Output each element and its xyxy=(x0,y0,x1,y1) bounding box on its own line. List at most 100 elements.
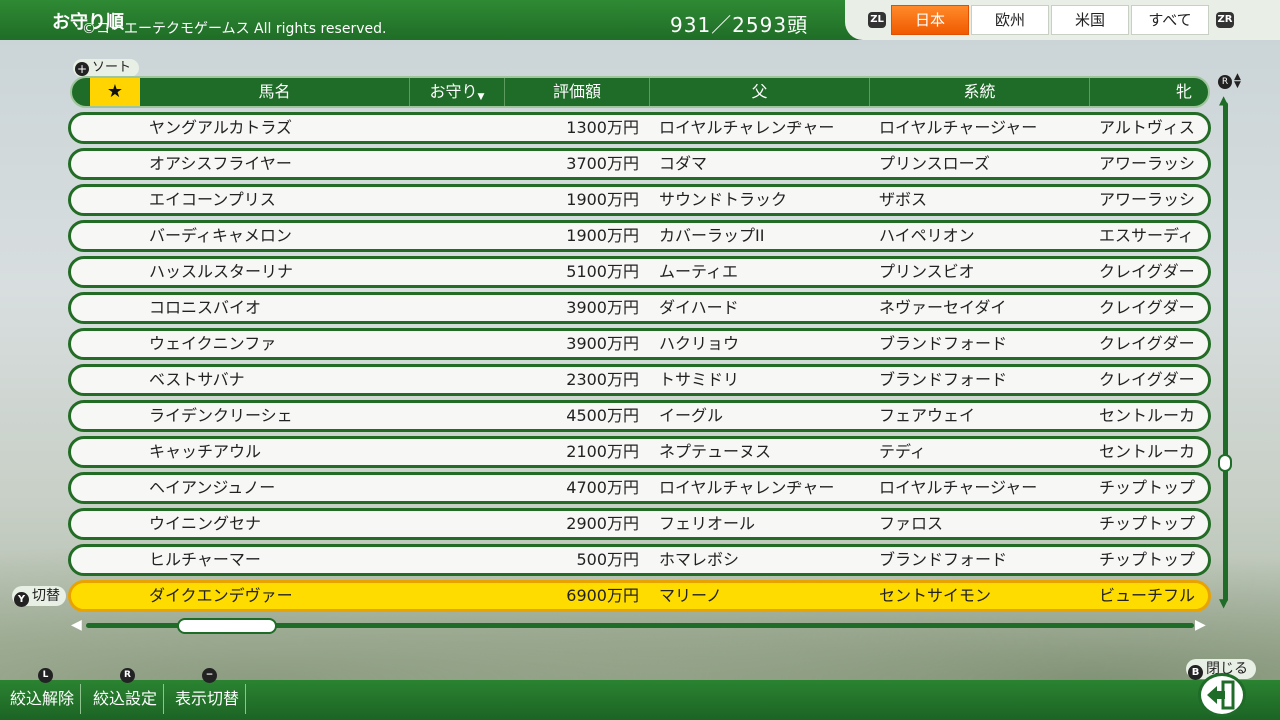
value-cell: 4500万円 xyxy=(566,406,639,425)
horse-name-cell: ライデンクリーシェ xyxy=(149,406,293,425)
scroll-right-icon[interactable]: ▶ xyxy=(1195,617,1206,633)
dam-line-cell: クレイグダー xyxy=(1099,298,1195,317)
sire-cell: ムーティエ xyxy=(659,262,739,281)
updown-arrows-icon: ▲ ▼ xyxy=(1234,72,1241,90)
value-cell: 4700万円 xyxy=(566,478,639,497)
line-cell: ハイペリオン xyxy=(879,226,975,245)
zr-button-icon[interactable]: ZR xyxy=(1216,12,1234,28)
line-cell: フェアウェイ xyxy=(879,406,976,425)
table-row[interactable]: ヘイアンジュノー 4700万円 ロイヤルチャレンヂャー ロイヤルチャージャー チップトッ… xyxy=(68,472,1211,504)
table-row[interactable]: エイコーンプリス 1900万円 サウンドトラック ザボス アワーラッシ xyxy=(68,184,1211,216)
column-header-sire[interactable]: 父 xyxy=(650,78,870,106)
copyright-text: ©コーエーテクモゲームス All rights reserved. xyxy=(82,21,387,37)
vertical-scroll-thumb[interactable] xyxy=(1218,453,1232,472)
horse-name-cell: ウイニングセナ xyxy=(149,514,262,533)
line-cell: ネヴァーセイダイ xyxy=(879,298,1007,317)
column-header-omamori[interactable]: お守り▼ xyxy=(410,78,505,106)
filter-settings-button[interactable]: 絞込設定 xyxy=(87,684,165,714)
vertical-scrollbar[interactable] xyxy=(1223,102,1228,602)
exit-button[interactable] xyxy=(1198,673,1246,717)
sire-cell: ダイハード xyxy=(659,298,739,317)
sire-cell: フェリオール xyxy=(659,514,756,533)
value-cell: 3900万円 xyxy=(566,298,639,317)
line-cell: プリンスローズ xyxy=(879,154,990,173)
value-cell: 2100万円 xyxy=(566,442,639,461)
dam-line-cell: セントルーカ xyxy=(1099,406,1196,425)
sire-cell: マリーノ xyxy=(659,586,723,605)
table-row[interactable]: オアシスフライヤー 3700万円 コダマ プリンスローズ アワーラッシ xyxy=(68,148,1211,180)
sire-cell: ホマレボシ xyxy=(659,550,740,569)
horse-name-cell: ヘイアンジュノー xyxy=(149,478,276,497)
sire-cell: ネプテューヌス xyxy=(659,442,772,461)
dam-line-cell: エスサーディ xyxy=(1099,226,1194,245)
table-row[interactable]: ヤングアルカトラズ 1300万円 ロイヤルチャレンヂャー ロイヤルチャージャー アルトヴ… xyxy=(68,112,1211,144)
minus-button-icon: − xyxy=(202,668,217,683)
horse-name-cell: ベストサバナ xyxy=(149,370,245,389)
swap-hint[interactable]: Y 切替 xyxy=(12,586,66,607)
table-row[interactable]: ウイニングセナ 2900万円 フェリオール ファロス チップトップ xyxy=(68,508,1211,540)
sire-cell: イーグル xyxy=(659,406,724,425)
sort-down-icon: ▼ xyxy=(477,92,485,102)
sire-cell: ハクリョウ xyxy=(659,334,740,353)
favorite-column-header[interactable]: ★ xyxy=(90,78,140,106)
dam-line-cell: クレイグダー xyxy=(1099,262,1195,281)
horse-name-cell: エイコーンプリス xyxy=(149,190,276,209)
horse-name-cell: オアシスフライヤー xyxy=(149,154,292,173)
sort-hint-label: ソート xyxy=(92,60,132,75)
line-cell: セントサイモン xyxy=(879,586,992,605)
sort-hint[interactable]: + ソート xyxy=(73,59,140,77)
toggle-display-button[interactable]: 表示切替 xyxy=(169,684,247,714)
exit-icon xyxy=(1207,680,1235,710)
horse-name-cell: ウェイクニンファ xyxy=(149,334,277,353)
tab-europe[interactable]: 欧州 xyxy=(971,5,1049,35)
table-row[interactable]: ウェイクニンファ 3900万円 ハクリョウ ブランドフォード クレイグダー xyxy=(68,328,1211,360)
column-header-dam-line[interactable]: 牝 xyxy=(1090,78,1208,106)
horizontal-scroll-thumb[interactable] xyxy=(176,618,277,634)
line-cell: ブランドフォード xyxy=(879,334,1008,353)
table-row[interactable]: ベストサバナ 2300万円 トサミドリ ブランドフォード クレイグダー xyxy=(68,364,1211,396)
table-row[interactable]: ダイクエンデヴァー 6900万円 マリーノ セントサイモン ビューチフル xyxy=(68,580,1211,612)
column-header-value[interactable]: 評価額 xyxy=(505,78,650,106)
table-row[interactable]: コロニスバイオ 3900万円 ダイハード ネヴァーセイダイ クレイグダー xyxy=(68,292,1211,324)
tab-usa[interactable]: 米国 xyxy=(1051,5,1129,35)
sire-cell: サウンドトラック xyxy=(659,190,788,209)
scroll-down-icon[interactable]: ▼ xyxy=(1219,596,1228,610)
horse-name-cell: ヤングアルカトラズ xyxy=(149,118,293,137)
table-row[interactable]: ヒルチャーマー 500万円 ホマレボシ ブランドフォード チップトップ xyxy=(68,544,1211,576)
value-cell: 1300万円 xyxy=(566,118,639,137)
line-cell: ロイヤルチャージャー xyxy=(879,118,1038,137)
plus-button-icon: + xyxy=(75,62,89,76)
line-cell: ザボス xyxy=(879,190,928,209)
horse-name-cell: バーディキャメロン xyxy=(149,226,292,245)
dam-line-cell: チップトップ xyxy=(1099,550,1196,569)
tab-japan[interactable]: 日本 xyxy=(891,5,969,35)
scroll-left-icon[interactable]: ◀ xyxy=(71,617,82,633)
table-row[interactable]: キャッチアウル 2100万円 ネプテューヌス テディ セントルーカ xyxy=(68,436,1211,468)
table-row[interactable]: バーディキャメロン 1900万円 カバーラップII ハイペリオン エスサーディ xyxy=(68,220,1211,252)
value-cell: 2300万円 xyxy=(566,370,639,389)
dam-line-cell: チップトップ xyxy=(1099,514,1196,533)
horse-name-cell: ヒルチャーマー xyxy=(149,550,261,569)
line-cell: ブランドフォード xyxy=(879,370,1008,389)
value-cell: 3900万円 xyxy=(566,334,639,353)
table-row[interactable]: ライデンクリーシェ 4500万円 イーグル フェアウェイ セントルーカ xyxy=(68,400,1211,432)
clear-filter-button[interactable]: 絞込解除 xyxy=(4,684,82,714)
horse-name-cell: ハッスルスターリナ xyxy=(149,262,294,281)
tab-all[interactable]: すべて xyxy=(1131,5,1209,35)
sire-cell: トサミドリ xyxy=(659,370,740,389)
column-header-name[interactable]: 馬名 xyxy=(140,78,410,106)
value-cell: 1900万円 xyxy=(566,226,639,245)
column-header-line[interactable]: 系統 xyxy=(870,78,1090,106)
sire-cell: ロイヤルチャレンヂャー xyxy=(659,478,835,497)
line-cell: ブランドフォード xyxy=(879,550,1008,569)
sire-cell: カバーラップII xyxy=(659,226,765,245)
l-button-icon: L xyxy=(38,668,53,683)
r-button-icon: R xyxy=(120,668,135,683)
horse-name-cell: キャッチアウル xyxy=(149,442,262,461)
zl-button-icon[interactable]: ZL xyxy=(868,12,886,28)
value-cell: 3700万円 xyxy=(566,154,639,173)
table-row[interactable]: ハッスルスターリナ 5100万円 ムーティエ プリンスビオ クレイグダー xyxy=(68,256,1211,288)
value-cell: 500万円 xyxy=(576,550,639,569)
dam-line-cell: チップトップ xyxy=(1099,478,1196,497)
horse-name-cell: ダイクエンデヴァー xyxy=(149,586,293,605)
